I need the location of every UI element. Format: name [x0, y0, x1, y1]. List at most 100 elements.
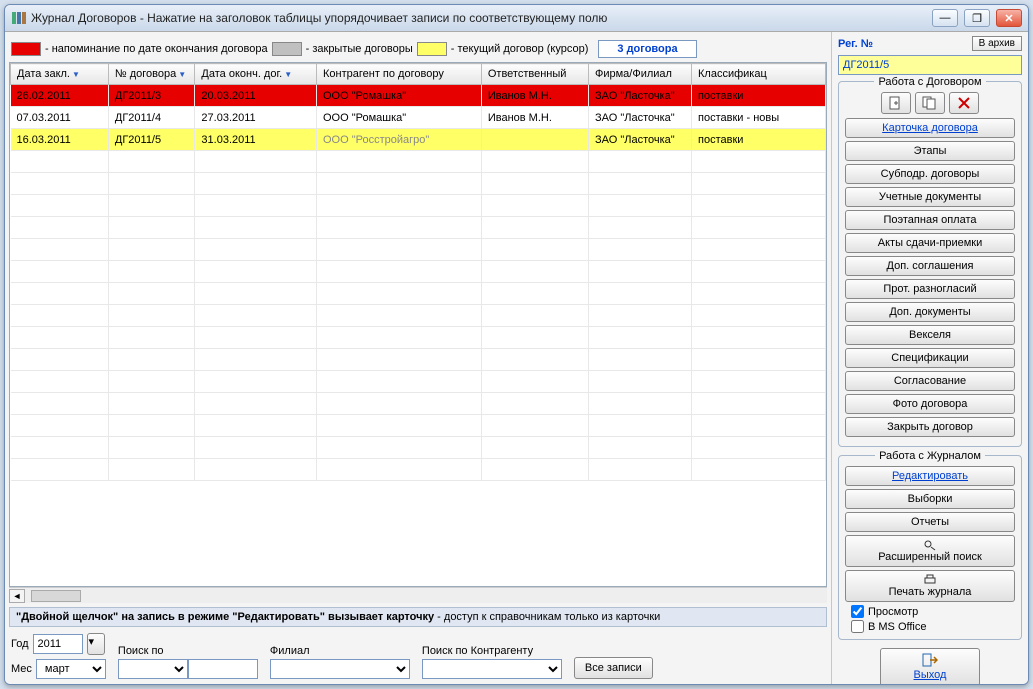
table-cell — [481, 283, 588, 305]
journal-action-button[interactable]: Выборки — [845, 489, 1015, 509]
table-row[interactable] — [11, 371, 826, 393]
search-value-input[interactable] — [188, 659, 258, 679]
table-cell — [588, 371, 691, 393]
table-row[interactable] — [11, 349, 826, 371]
exit-button[interactable]: Выход — [880, 648, 980, 685]
table-cell — [481, 151, 588, 173]
scroll-left-icon[interactable]: ◄ — [9, 589, 25, 603]
contract-action-button[interactable]: Спецификации — [845, 348, 1015, 368]
contract-action-button[interactable]: Учетные документы — [845, 187, 1015, 207]
table-row[interactable]: 26.02.2011ДГ2011/320.03.2011ООО "Ромашка… — [11, 85, 826, 107]
table-row[interactable] — [11, 459, 826, 481]
table-row[interactable] — [11, 437, 826, 459]
to-archive-button[interactable]: В архив — [972, 36, 1022, 51]
table-cell: 27.03.2011 — [195, 107, 317, 129]
table-row[interactable] — [11, 151, 826, 173]
all-records-button[interactable]: Все записи — [574, 657, 653, 679]
table-row[interactable] — [11, 283, 826, 305]
contract-action-button[interactable]: Фото договора — [845, 394, 1015, 414]
hint-sub: - доступ к справочникам только из карточ… — [434, 611, 660, 623]
year-input[interactable] — [33, 634, 83, 654]
table-row[interactable] — [11, 305, 826, 327]
close-button[interactable]: ✕ — [996, 9, 1022, 27]
journal-action-button[interactable]: Редактировать — [845, 466, 1015, 486]
journal-action-button[interactable]: Печать журнала — [845, 570, 1015, 602]
table-row[interactable]: 16.03.2011ДГ2011/531.03.2011ООО "Росстро… — [11, 129, 826, 151]
year-dropdown-button[interactable]: ▾ — [87, 633, 105, 655]
table-cell — [11, 173, 109, 195]
table-cell — [481, 261, 588, 283]
column-header[interactable]: Ответственный — [481, 64, 588, 85]
table-row[interactable] — [11, 217, 826, 239]
table-row[interactable] — [11, 195, 826, 217]
table-row[interactable] — [11, 261, 826, 283]
journal-action-button[interactable]: Отчеты — [845, 512, 1015, 532]
column-header[interactable]: Фирма/Филиал — [588, 64, 691, 85]
table-row[interactable] — [11, 393, 826, 415]
delete-contract-button[interactable] — [949, 92, 979, 114]
contract-action-button[interactable]: Субподр. договоры — [845, 164, 1015, 184]
table-cell — [317, 173, 482, 195]
column-header[interactable]: Дата закл.▼ — [11, 64, 109, 85]
search-field-select[interactable] — [118, 659, 188, 679]
table-cell — [692, 393, 826, 415]
horizontal-scrollbar[interactable]: ◄ — [9, 587, 827, 603]
minimize-button[interactable]: — — [932, 9, 958, 27]
table-cell — [108, 437, 195, 459]
contract-action-button[interactable]: Карточка договора — [845, 118, 1015, 138]
contract-action-button[interactable]: Доп. соглашения — [845, 256, 1015, 276]
new-contract-button[interactable] — [881, 92, 911, 114]
table-row[interactable]: 07.03.2011ДГ2011/427.03.2011ООО "Ромашка… — [11, 107, 826, 129]
contract-action-button[interactable]: Закрыть договор — [845, 417, 1015, 437]
contract-action-button[interactable]: Прот. разногласий — [845, 279, 1015, 299]
reg-number-input[interactable] — [838, 55, 1022, 75]
preview-checkbox-row[interactable]: Просмотр — [851, 605, 1015, 618]
table-cell: ДГ2011/3 — [108, 85, 195, 107]
table-cell — [481, 239, 588, 261]
contract-action-button[interactable]: Поэтапная оплата — [845, 210, 1015, 230]
column-header[interactable]: Классификац — [692, 64, 826, 85]
preview-checkbox[interactable] — [851, 605, 864, 618]
journal-action-button[interactable]: Расширенный поиск — [845, 535, 1015, 567]
msoffice-checkbox[interactable] — [851, 620, 864, 633]
table-cell: 20.03.2011 — [195, 85, 317, 107]
contract-action-button[interactable]: Этапы — [845, 141, 1015, 161]
table-cell — [588, 283, 691, 305]
table-cell — [481, 305, 588, 327]
legend-gray-text: - закрытые договоры — [306, 43, 413, 55]
table-cell — [588, 437, 691, 459]
table-cell — [11, 437, 109, 459]
copy-contract-button[interactable] — [915, 92, 945, 114]
branch-select[interactable] — [270, 659, 410, 679]
contract-action-button[interactable]: Векселя — [845, 325, 1015, 345]
table-cell — [195, 393, 317, 415]
table-row[interactable] — [11, 239, 826, 261]
legend-yellow-text: - текущий договор (курсор) — [451, 43, 589, 55]
contract-action-button[interactable]: Акты сдачи-приемки — [845, 233, 1015, 253]
column-header[interactable]: № договора▼ — [108, 64, 195, 85]
contract-action-button[interactable]: Согласование — [845, 371, 1015, 391]
scroll-thumb[interactable] — [31, 590, 81, 602]
table-row[interactable] — [11, 415, 826, 437]
table-cell — [317, 305, 482, 327]
counterparty-select[interactable] — [422, 659, 562, 679]
table-row[interactable] — [11, 173, 826, 195]
contract-action-button[interactable]: Доп. документы — [845, 302, 1015, 322]
table-row[interactable] — [11, 327, 826, 349]
table-cell — [317, 349, 482, 371]
column-header[interactable]: Дата оконч. дог.▼ — [195, 64, 317, 85]
month-select[interactable]: март — [36, 659, 106, 679]
table-cell — [481, 129, 588, 151]
table-cell — [481, 349, 588, 371]
msoffice-checkbox-row[interactable]: В MS Office — [851, 620, 1015, 633]
contracts-table[interactable]: Дата закл.▼№ договора▼Дата оконч. дог.▼К… — [10, 63, 826, 481]
table-cell — [692, 151, 826, 173]
table-cell: ООО "Ромашка" — [317, 85, 482, 107]
table-cell: ООО "Росстройагро" — [317, 129, 482, 151]
table-cell — [195, 195, 317, 217]
counterparty-label: Поиск по Контрагенту — [422, 645, 562, 657]
maximize-button[interactable]: ❐ — [964, 9, 990, 27]
column-header[interactable]: Контрагент по договору — [317, 64, 482, 85]
table-cell — [108, 195, 195, 217]
table-cell — [195, 173, 317, 195]
